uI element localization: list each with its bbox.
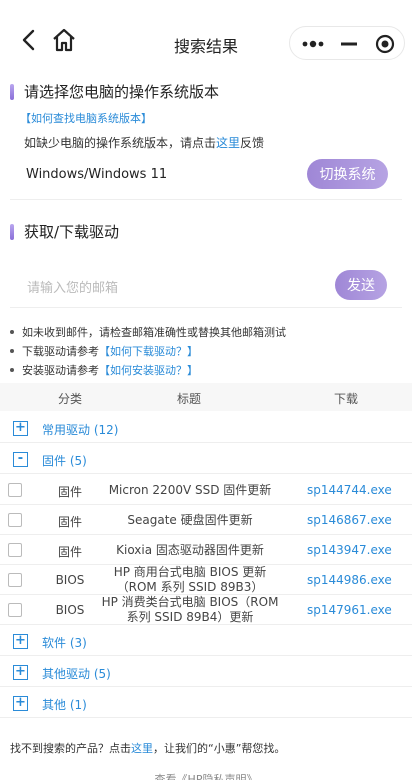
mini-program-capsule [289,26,405,60]
bullet-item: 下载驱动请参考 【如何下载驱动？】 [10,341,286,360]
group-label[interactable]: 软件 (3) [42,634,87,651]
switch-os-button[interactable]: 切换系统 [307,159,388,189]
bullet-item: 如未收到邮件，请检查邮箱准确性或替换其他邮箱测试 [10,322,286,341]
divider [10,199,402,200]
footer-here-link[interactable]: 这里 [131,742,153,755]
table-header: 分类 标题 下载 [0,383,412,411]
group-label[interactable]: 固件 (5) [42,452,87,469]
os-section-title-text: 请选择您电脑的操作系统版本 [24,83,220,101]
row-title: HP 商用台式电脑 BIOS 更新 （ROM 系列 SSID 89B3） [113,565,267,594]
how-to-download-link[interactable]: 【如何下载驱动？】 [99,343,198,359]
row-checkbox[interactable] [8,543,22,557]
missing-os-here-link[interactable]: 这里 [216,136,240,150]
missing-os-text: 如缺少电脑的操作系统版本，请点击这里反馈 [24,134,264,151]
table-row: 固件 Kioxia 固态驱动器固件更新 sp143947.exe [0,535,412,565]
bullet-text: 下载驱动请参考 [22,344,99,358]
bullet-text: 如未收到邮件，请检查邮箱准确性或替换其他邮箱测试 [22,325,286,339]
table-row: 固件 Micron 2200V SSD 固件更新 sp144744.exe [0,475,412,505]
header-download: 下载 [334,392,359,406]
section-accent-bar [10,223,14,240]
bullet-dot [10,329,14,334]
driver-section-title: 获取/下载驱动 [10,221,119,242]
close-target-icon[interactable] [374,33,396,55]
bullet-dot [10,367,14,372]
row-category: 固件 [57,545,82,559]
table-row: BIOS HP 消费类台式电脑 BIOS（ROM 系列 SSID 89B4）更新… [0,595,412,625]
table-row: BIOS HP 商用台式电脑 BIOS 更新 （ROM 系列 SSID 89B3… [0,565,412,595]
expand-icon[interactable]: + [13,421,28,436]
row-download-link[interactable]: sp144986.exe [307,573,392,587]
section-accent-bar [10,83,14,100]
row-category: 固件 [57,485,82,499]
email-row: 请输入您的邮箱 发送 [10,262,402,308]
group-label[interactable]: 常用驱动 (12) [42,421,118,438]
group-label[interactable]: 其他 (1) [42,696,87,713]
row-download-link[interactable]: sp147961.exe [307,603,392,617]
send-button[interactable]: 发送 [335,270,387,300]
row-checkbox[interactable] [8,603,22,617]
group-other-drivers[interactable]: + 其他驱动 (5) [0,657,412,687]
help-bullets: 如未收到邮件，请检查邮箱准确性或替换其他邮箱测试 下载驱动请参考 【如何下载驱动？… [10,322,286,379]
row-checkbox[interactable] [8,483,22,497]
row-title: Kioxia 固态驱动器固件更新 [116,542,264,557]
os-section-title: 请选择您电脑的操作系统版本 [10,81,219,102]
footer-help-text: 找不到搜索的产品？点击这里，让我们的“小惠”帮您找。 [10,740,285,756]
row-title: Micron 2200V SSD 固件更新 [108,482,272,497]
group-other[interactable]: + 其他 (1) [0,688,412,718]
row-download-link[interactable]: sp143947.exe [307,543,392,557]
how-to-install-link[interactable]: 【如何安装驱动？】 [99,362,198,378]
row-checkbox[interactable] [8,513,22,527]
row-download-link[interactable]: sp144744.exe [307,483,392,497]
header-title: 标题 [177,392,202,406]
bullet-text: 安装驱动请参考 [22,363,99,377]
row-title: HP 消费类台式电脑 BIOS（ROM 系列 SSID 89B4）更新 [101,595,279,624]
row-title: Seagate 硬盘固件更新 [127,512,253,527]
missing-os-prefix: 如缺少电脑的操作系统版本，请点击 [24,136,217,150]
bullet-item: 安装驱动请参考 【如何安装驱动？】 [10,360,286,379]
header-category: 分类 [58,392,83,406]
table-row: 固件 Seagate 硬盘固件更新 sp146867.exe [0,505,412,535]
expand-icon[interactable]: + [13,665,28,680]
group-common-drivers[interactable]: + 常用驱动 (12) [0,413,412,443]
privacy-statement-link[interactable]: 查看《HP隐私声明》 [0,771,412,780]
minimize-icon[interactable] [338,33,360,55]
expand-icon[interactable]: + [13,696,28,711]
row-category: BIOS [55,603,85,617]
bullet-dot [10,348,14,353]
expand-icon[interactable]: + [13,634,28,649]
group-label[interactable]: 其他驱动 (5) [42,665,111,682]
current-os-value: Windows/Windows 11 [26,167,168,182]
row-download-link[interactable]: sp146867.exe [307,513,392,527]
more-dots-icon[interactable] [300,33,326,55]
navigation-bar: 搜索结果 [0,0,412,78]
missing-os-suffix: 反馈 [240,136,265,150]
row-checkbox[interactable] [8,573,22,587]
collapse-icon[interactable]: - [13,452,28,467]
email-input[interactable]: 请输入您的邮箱 [27,277,118,296]
footer-prefix: 找不到搜索的产品？点击 [10,742,131,755]
driver-section-title-text: 获取/下载驱动 [24,223,120,241]
group-software[interactable]: + 软件 (3) [0,626,412,656]
row-category: 固件 [57,515,82,529]
footer-suffix: ，让我们的“小惠”帮您找。 [153,742,286,755]
how-to-find-os-link[interactable]: 【如何查找电脑系统版本】 [20,110,152,126]
row-category: BIOS [55,573,85,587]
group-firmware[interactable]: - 固件 (5) [0,444,412,474]
